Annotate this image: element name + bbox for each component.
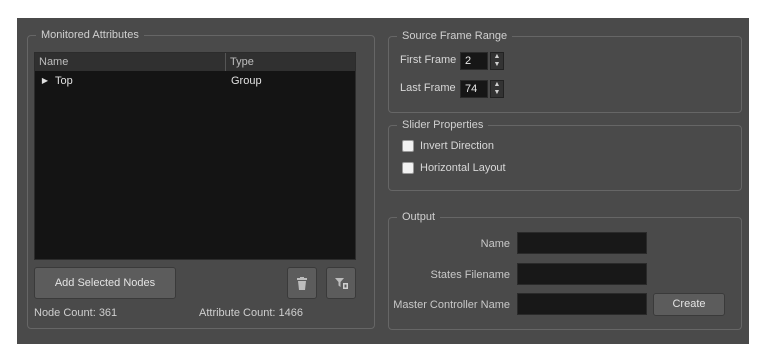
- column-header-name[interactable]: Name: [35, 53, 226, 71]
- last-frame-stepper[interactable]: ▲ ▼: [490, 80, 504, 98]
- attribute-count-label: Attribute Count: 1466: [199, 307, 303, 319]
- states-filename-label: States Filename: [430, 269, 510, 281]
- first-frame-label: First Frame: [400, 54, 457, 66]
- expand-arrow-icon[interactable]: ▶: [35, 73, 51, 89]
- row-type-cell: Group: [231, 75, 262, 87]
- master-controller-name-label: Master Controller Name: [393, 299, 510, 311]
- first-frame-value[interactable]: 2: [460, 52, 488, 70]
- slider-properties-title: Slider Properties: [397, 118, 489, 132]
- output-title: Output: [397, 210, 441, 224]
- tree-header: Name Type: [35, 53, 355, 71]
- slider-properties-group: Slider Properties: [388, 118, 742, 191]
- spin-up-icon[interactable]: ▲: [491, 81, 503, 89]
- spin-down-icon[interactable]: ▼: [491, 89, 503, 97]
- spin-down-icon[interactable]: ▼: [491, 61, 503, 69]
- horizontal-layout-checkbox[interactable]: Horizontal Layout: [402, 162, 506, 174]
- add-selected-nodes-button[interactable]: Add Selected Nodes: [34, 267, 176, 299]
- node-count-label: Node Count: 361: [34, 307, 118, 319]
- trash-icon: [297, 277, 307, 290]
- name-label: Name: [480, 238, 510, 250]
- source-frame-range-group: Source Frame Range: [388, 29, 742, 113]
- states-filename-field[interactable]: [517, 263, 647, 285]
- last-frame-value[interactable]: 74: [460, 80, 488, 98]
- monitored-attributes-title: Monitored Attributes: [36, 28, 144, 42]
- create-button[interactable]: Create: [653, 293, 725, 316]
- controller-editor-window: Monitored Attributes Name Type ▶ Top Gro…: [17, 18, 749, 344]
- filter-delete-icon: [335, 278, 348, 289]
- tree-row[interactable]: ▶ Top Group: [35, 73, 355, 89]
- first-frame-stepper[interactable]: ▲ ▼: [490, 52, 504, 70]
- source-frame-range-title: Source Frame Range: [397, 29, 513, 43]
- spin-up-icon[interactable]: ▲: [491, 53, 503, 61]
- attribute-tree[interactable]: Name Type ▶ Top Group: [34, 52, 356, 260]
- first-frame-spinbox[interactable]: 2 ▲ ▼: [460, 52, 504, 70]
- row-name-cell: Top: [55, 75, 73, 87]
- last-frame-label: Last Frame: [400, 82, 456, 94]
- column-header-type[interactable]: Type: [226, 53, 355, 71]
- name-field[interactable]: [517, 232, 647, 254]
- master-controller-name-field[interactable]: [517, 293, 647, 315]
- invert-direction-checkbox[interactable]: Invert Direction: [402, 140, 494, 152]
- last-frame-spinbox[interactable]: 74 ▲ ▼: [460, 80, 504, 98]
- remove-filtered-button[interactable]: [326, 267, 356, 299]
- checkbox-box[interactable]: [402, 140, 414, 152]
- delete-button[interactable]: [287, 267, 317, 299]
- horizontal-layout-label: Horizontal Layout: [420, 162, 506, 174]
- checkbox-box[interactable]: [402, 162, 414, 174]
- invert-direction-label: Invert Direction: [420, 140, 494, 152]
